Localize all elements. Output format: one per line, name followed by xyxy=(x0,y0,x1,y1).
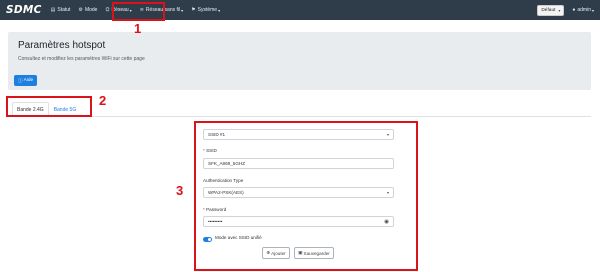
navbar-right: Défaut ▾ ● admin ▾ xyxy=(537,4,594,16)
nav-item-network[interactable]: ⛭ Réseau ▾ xyxy=(104,0,132,20)
nav-item-wireless[interactable]: ≋ Réseau sans fil ▾ xyxy=(139,0,184,20)
chevron-down-icon: ▾ xyxy=(218,7,221,13)
chevron-down-icon: ▾ xyxy=(386,132,389,137)
save-button-label: Sauvegarder xyxy=(303,250,330,256)
chevron-down-icon: ▾ xyxy=(558,7,561,13)
password-input[interactable]: ••••••••• ◉ xyxy=(203,216,394,227)
nav-item-mode[interactable]: ⚙ Mode xyxy=(77,0,98,20)
annotation-number-2: 2 xyxy=(99,93,107,108)
hotspot-form: SSID #1 ▾ * SSID SFK_A869_5GHZ Authentic… xyxy=(197,123,417,268)
unified-ssid-toggle[interactable] xyxy=(203,237,212,242)
password-input-value: ••••••••• xyxy=(208,219,223,224)
nav-item-label: Statut xyxy=(57,7,71,13)
ssid-label-text: SSID xyxy=(206,148,217,153)
system-icon: ⚑ xyxy=(191,7,196,13)
annotation-number-1: 1 xyxy=(134,21,142,36)
chevron-down-icon: ▾ xyxy=(181,7,184,13)
nav-item-label: Réseau xyxy=(111,7,129,13)
password-label-text: Password xyxy=(206,207,227,212)
nav-item-system[interactable]: ⚑ Système ▾ xyxy=(190,0,221,20)
user-menu[interactable]: ● admin ▾ xyxy=(572,7,594,13)
language-select-value: Défaut xyxy=(541,7,556,13)
ssid-input[interactable]: SFK_A869_5GHZ xyxy=(203,158,394,169)
network-icon: ⛭ xyxy=(105,7,110,13)
annotation-number-3: 3 xyxy=(176,183,184,198)
brand-logo[interactable]: SDMC xyxy=(6,4,42,16)
ssid-select-value: SSID #1 xyxy=(208,132,226,137)
status-icon: ▤ xyxy=(50,7,56,13)
user-icon: ● xyxy=(572,7,576,13)
save-icon: ▣ xyxy=(298,250,303,255)
chevron-down-icon: ▾ xyxy=(129,7,132,13)
add-button[interactable]: ⊕ Ajouter xyxy=(262,247,290,259)
page: SDMC ▤ Statut ⚙ Mode ⛭ Réseau ▾ ≋ Réseau… xyxy=(0,0,600,272)
help-button[interactable]: ⓘ Aide xyxy=(14,75,37,86)
chevron-down-icon: ▾ xyxy=(386,190,389,195)
nav-item-label: Système xyxy=(197,7,218,13)
password-label: * Password xyxy=(203,207,227,212)
language-select[interactable]: Défaut ▾ xyxy=(537,4,565,16)
wifi-icon: ≋ xyxy=(139,7,144,13)
nav-item-label: Mode xyxy=(84,7,98,13)
nav-item-label: Réseau sans fil xyxy=(145,7,181,13)
auth-type-label: Authentication Type xyxy=(203,178,244,183)
ssid-select[interactable]: SSID #1 ▾ xyxy=(203,129,394,140)
top-navbar: SDMC ▤ Statut ⚙ Mode ⛭ Réseau ▾ ≋ Réseau… xyxy=(0,0,600,20)
save-button[interactable]: ▣ Sauvegarder xyxy=(294,247,334,259)
page-title: Paramètres hotspot xyxy=(18,40,106,51)
ssid-label: * SSID xyxy=(203,148,217,153)
band-tabs: Bande 2.4G Bande 5G xyxy=(8,97,591,117)
add-button-label: Ajouter xyxy=(271,250,286,256)
help-icon: ⓘ xyxy=(17,79,23,84)
mode-icon: ⚙ xyxy=(78,7,83,13)
chevron-down-icon: ▾ xyxy=(591,7,594,13)
tab-band-2g[interactable]: Bande 2.4G xyxy=(12,102,49,116)
user-name: admin xyxy=(577,7,591,13)
auth-type-select-value: WPA2-PSK(AES) xyxy=(208,190,244,195)
unified-ssid-label: Mode avec SSID unifié xyxy=(215,235,262,240)
tab-band-5g[interactable]: Bande 5G xyxy=(49,102,82,116)
add-icon: ⊕ xyxy=(266,250,271,255)
page-header: Paramètres hotspot Consultez et modifiez… xyxy=(8,32,591,90)
nav-item-status[interactable]: ▤ Statut xyxy=(50,0,72,20)
auth-type-select[interactable]: WPA2-PSK(AES) ▾ xyxy=(203,187,394,198)
ssid-input-value: SFK_A869_5GHZ xyxy=(208,161,246,166)
page-subtitle: Consultez et modifiez les paramètres WiF… xyxy=(18,56,145,62)
eye-icon[interactable]: ◉ xyxy=(384,219,389,225)
help-button-label: Aide xyxy=(23,78,34,83)
